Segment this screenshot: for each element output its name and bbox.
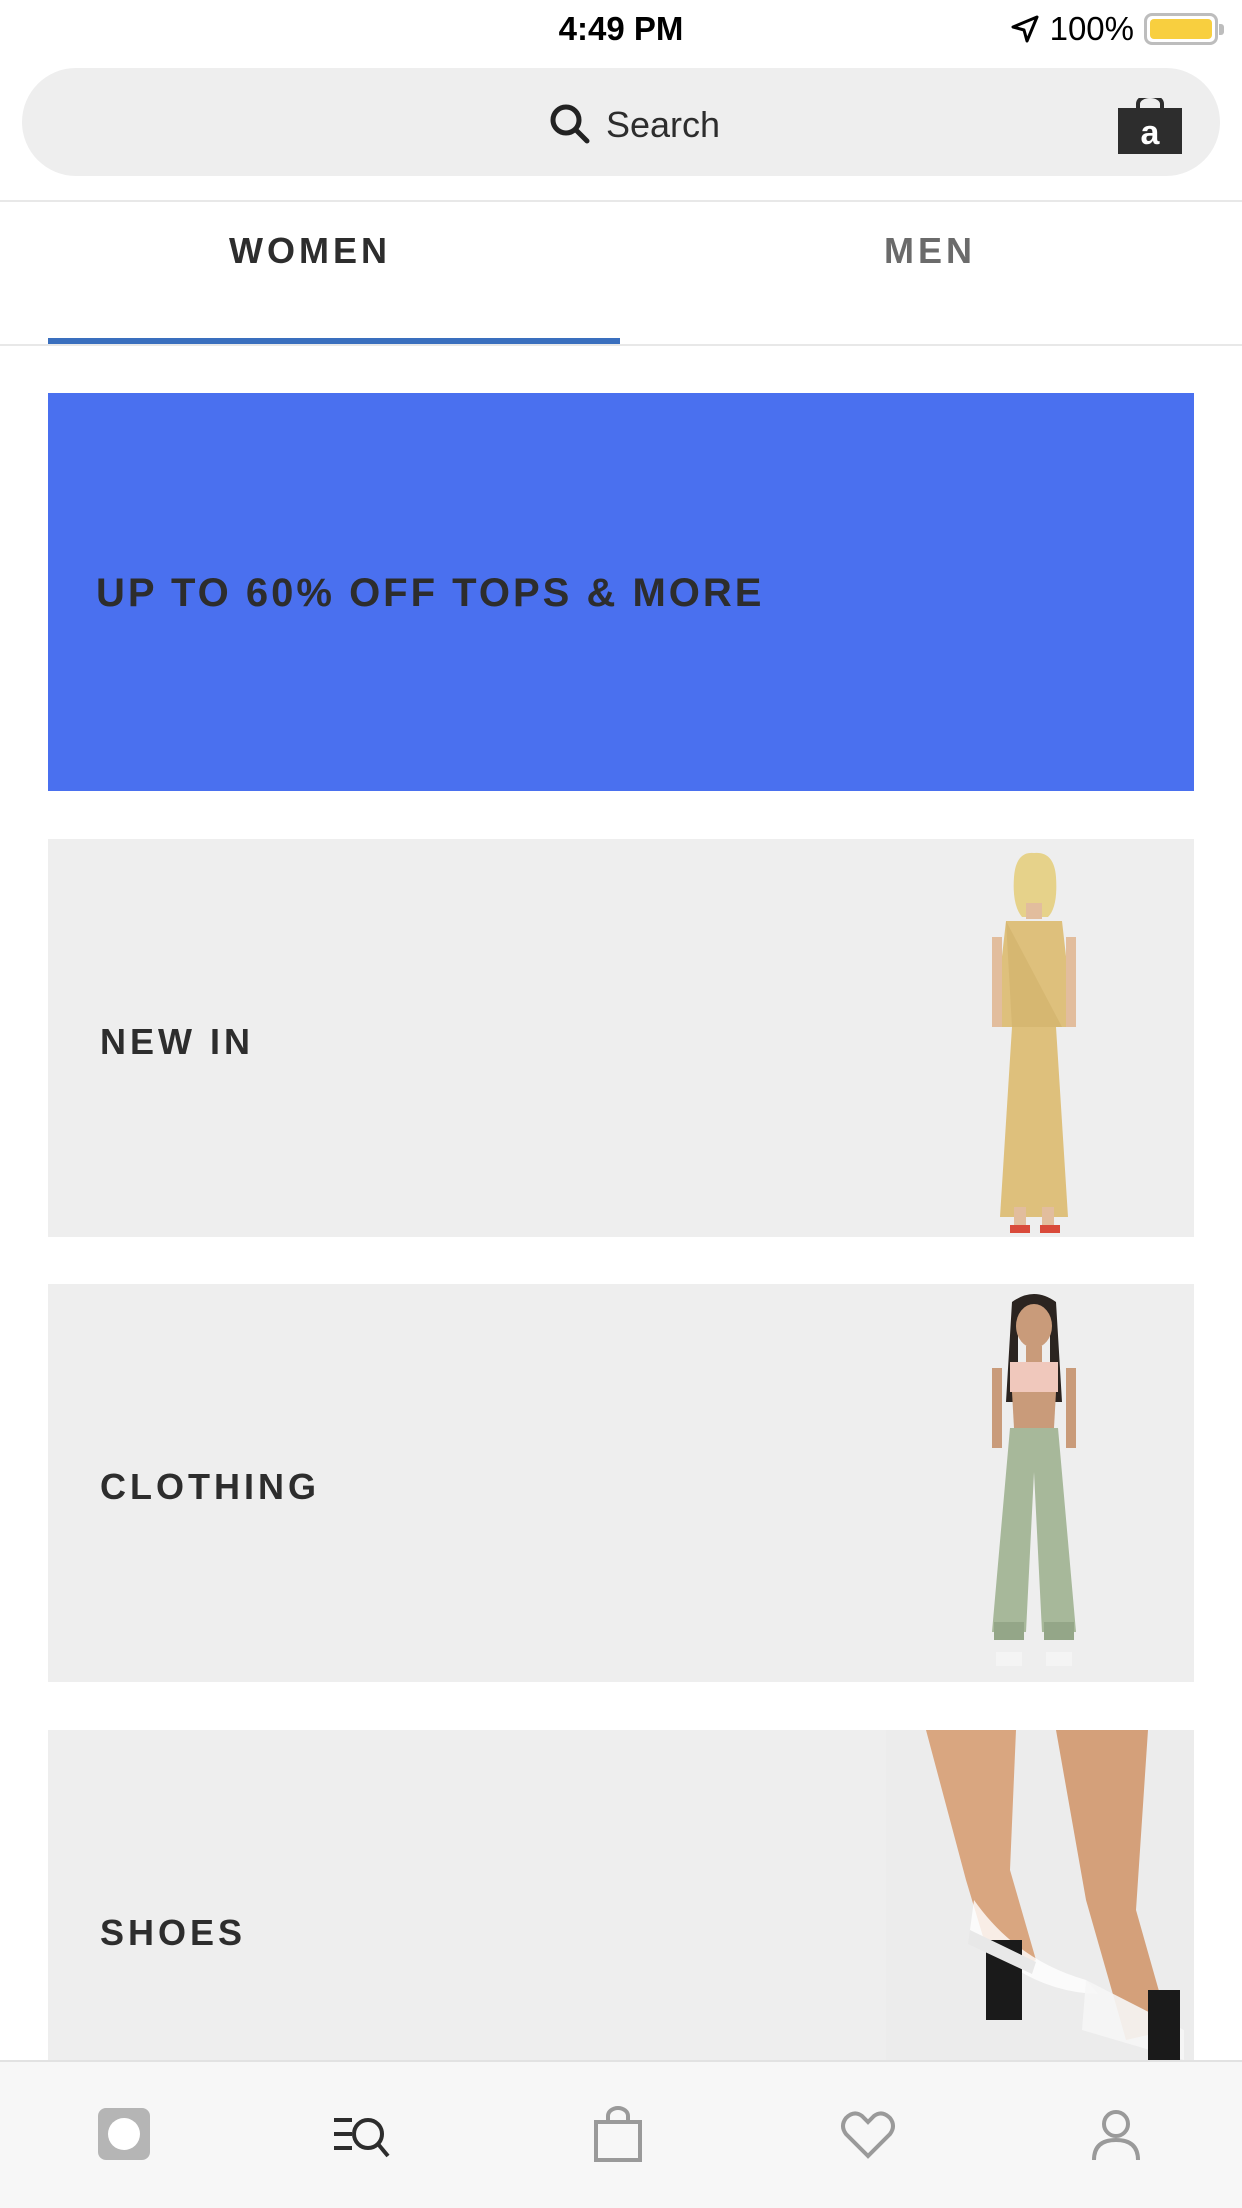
battery-fill bbox=[1150, 19, 1212, 39]
bag-icon[interactable] bbox=[588, 2104, 648, 2164]
battery-percent: 100% bbox=[1049, 10, 1134, 47]
promo-text: UP TO 60% OFF TOPS & MORE bbox=[96, 571, 765, 615]
category-label: SHOES bbox=[100, 1912, 247, 1953]
category-clothing[interactable]: CLOTHING bbox=[48, 1284, 1194, 1682]
bag-letter: a bbox=[1141, 114, 1161, 152]
woman-cargo-trousers-photo bbox=[992, 1294, 1076, 1666]
location-arrow-icon bbox=[1011, 15, 1039, 43]
clear-strap-block-heel-photo bbox=[886, 1730, 1194, 2060]
tabs-divider bbox=[0, 344, 1242, 346]
saved-heart-icon[interactable] bbox=[838, 2104, 898, 2164]
search-categories-icon[interactable] bbox=[330, 2104, 390, 2164]
status-right: 100% bbox=[1010, 10, 1224, 48]
status-bar: 4:49 PM 100% bbox=[0, 0, 1242, 56]
search-icon bbox=[550, 104, 590, 144]
tab-men[interactable]: MEN bbox=[620, 230, 1240, 272]
search-placeholder: Search bbox=[606, 104, 721, 145]
tab-women[interactable]: WOMEN bbox=[0, 230, 620, 272]
header-divider bbox=[0, 200, 1242, 202]
woman-wrap-dress-photo bbox=[992, 852, 1076, 1233]
bag-icon[interactable]: a bbox=[1118, 98, 1182, 154]
category-new-in[interactable]: NEW IN bbox=[48, 839, 1194, 1237]
category-label: CLOTHING bbox=[100, 1466, 320, 1507]
home-icon[interactable] bbox=[94, 2104, 154, 2164]
bottom-navigation bbox=[0, 2060, 1242, 2208]
category-label: NEW IN bbox=[100, 1021, 254, 1062]
promo-banner[interactable]: UP TO 60% OFF TOPS & MORE bbox=[48, 393, 1194, 791]
battery-icon bbox=[1144, 13, 1224, 45]
search-input[interactable]: Search bbox=[22, 68, 1220, 176]
account-icon[interactable] bbox=[1086, 2104, 1146, 2164]
